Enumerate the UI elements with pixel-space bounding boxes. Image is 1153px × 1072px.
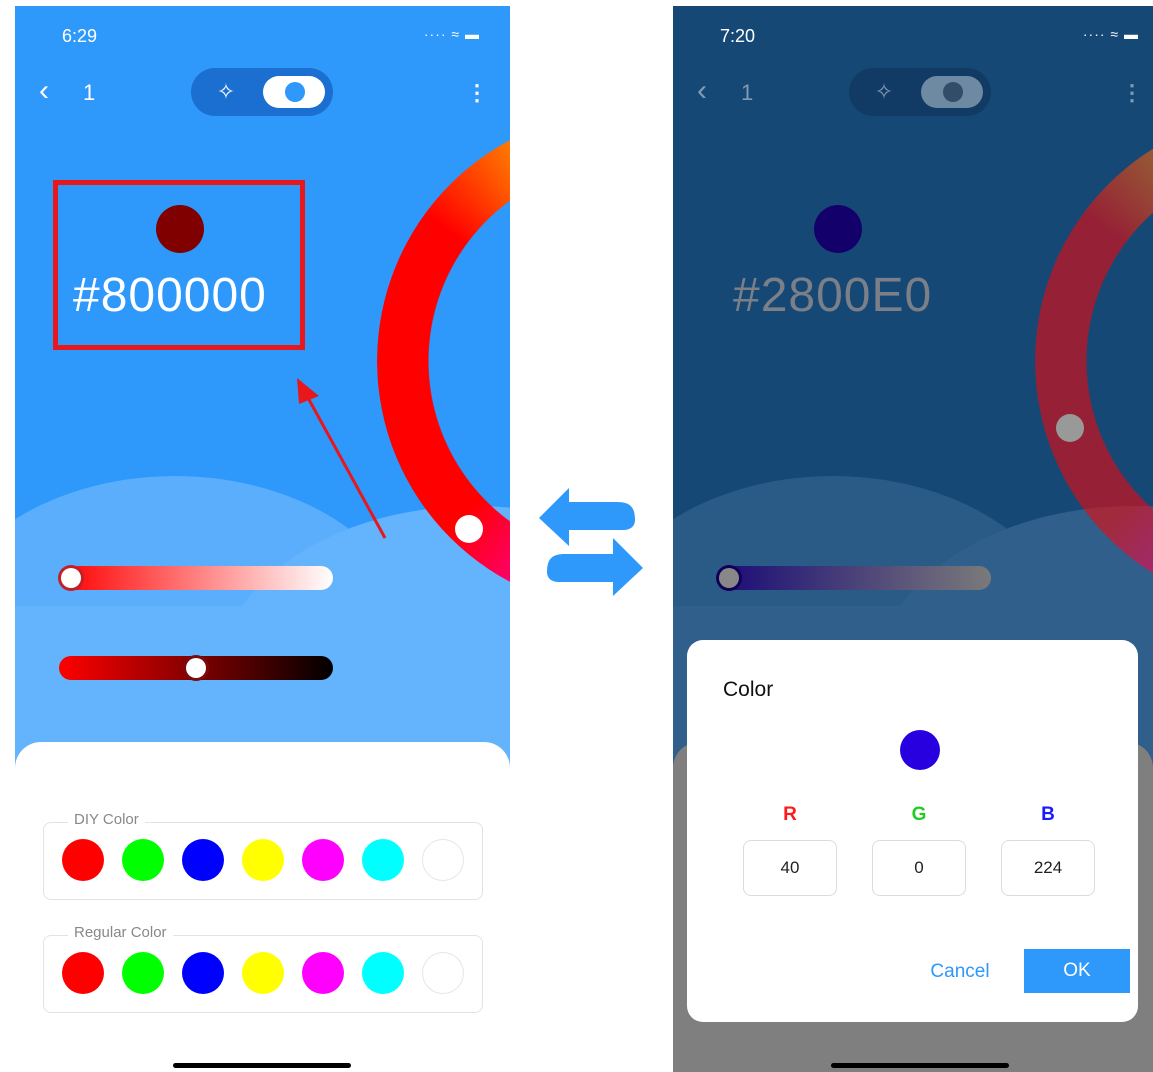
top-bar: ‹ 1 ✧ ⋮	[15, 68, 510, 118]
dialog-color-preview	[900, 730, 940, 770]
mode-toggle[interactable]: ✧	[191, 68, 333, 116]
left-phone-screen: 6:29 ···· ≈ ▬ ‹ 1 ✧ ⋮ #800000 DIY Color	[15, 6, 510, 1072]
selected-hex-value: #2800E0	[733, 269, 933, 322]
sparkle-icon[interactable]: ✧	[871, 79, 897, 105]
status-time: 6:29	[62, 26, 98, 46]
red-label: R	[783, 804, 797, 825]
saturation-slider-handle[interactable]	[61, 568, 81, 588]
selected-color-swatch	[156, 205, 204, 253]
status-time: 7:20	[720, 26, 756, 46]
color-palette-sheet: DIY Color Regular Color	[15, 742, 510, 1072]
blue-label: B	[1041, 804, 1055, 825]
regular-color-title: Regular Color	[68, 924, 173, 941]
saturation-slider[interactable]	[717, 566, 991, 590]
rgb-color-dialog: Color R G B 40 0 224 Cancel OK	[687, 640, 1138, 1022]
top-bar: ‹ 1 ✧ ⋮	[673, 68, 1153, 118]
selected-color-swatch	[814, 205, 862, 253]
right-phone-screen: 7:20 ···· ≈ ▬ ‹ 1 ✧ ⋮ #2800E0 Color R G …	[673, 6, 1153, 1072]
color-wheel-handle[interactable]	[1056, 414, 1084, 442]
palette-swatch[interactable]	[122, 952, 164, 994]
more-options-icon[interactable]: ⋮	[466, 80, 488, 106]
page-number: 1	[83, 80, 96, 105]
sparkle-icon[interactable]: ✧	[213, 79, 239, 105]
diy-color-title: DIY Color	[68, 811, 145, 828]
ok-button[interactable]: OK	[1024, 949, 1130, 993]
palette-swatch[interactable]	[62, 839, 104, 881]
regular-color-group: Regular Color	[43, 924, 483, 1013]
page-number: 1	[741, 80, 754, 105]
palette-icon	[285, 82, 305, 102]
brightness-slider-handle[interactable]	[186, 658, 206, 678]
palette-mode-button[interactable]	[263, 76, 325, 108]
home-indicator	[173, 1063, 351, 1068]
selected-hex-value: #800000	[73, 269, 267, 322]
saturation-slider-handle[interactable]	[719, 568, 739, 588]
green-label: G	[911, 804, 927, 825]
palette-swatch[interactable]	[182, 952, 224, 994]
palette-swatch[interactable]	[362, 952, 404, 994]
mode-toggle[interactable]: ✧	[849, 68, 991, 116]
status-bar: 7:20 ···· ≈ ▬	[673, 26, 1153, 52]
red-input[interactable]: 40	[743, 840, 837, 896]
palette-swatch[interactable]	[122, 839, 164, 881]
palette-swatch[interactable]	[242, 952, 284, 994]
diy-color-group: DIY Color	[43, 811, 483, 900]
palette-swatch[interactable]	[422, 839, 464, 881]
saturation-slider[interactable]	[59, 566, 333, 590]
back-icon[interactable]: ‹	[697, 76, 707, 106]
back-icon[interactable]: ‹	[39, 76, 49, 106]
status-icons: ···· ≈ ▬	[423, 26, 480, 42]
status-icons: ···· ≈ ▬	[1082, 26, 1139, 42]
more-options-icon[interactable]: ⋮	[1121, 80, 1143, 106]
palette-swatch[interactable]	[302, 839, 344, 881]
palette-swatch[interactable]	[362, 839, 404, 881]
home-indicator	[831, 1063, 1009, 1068]
status-bar: 6:29 ···· ≈ ▬	[15, 26, 510, 52]
annotation-arrow-icon	[297, 378, 387, 539]
palette-swatch[interactable]	[242, 839, 284, 881]
palette-swatch[interactable]	[422, 952, 464, 994]
dialog-title: Color	[723, 678, 774, 701]
palette-swatch[interactable]	[182, 839, 224, 881]
palette-swatch[interactable]	[62, 952, 104, 994]
color-wheel-handle[interactable]	[455, 515, 483, 543]
palette-swatch[interactable]	[302, 952, 344, 994]
blue-input[interactable]: 224	[1001, 840, 1095, 896]
palette-mode-button[interactable]	[921, 76, 983, 108]
swap-arrows-icon	[539, 488, 643, 596]
cancel-button[interactable]: Cancel	[913, 950, 1007, 994]
green-input[interactable]: 0	[872, 840, 966, 896]
palette-icon	[943, 82, 963, 102]
